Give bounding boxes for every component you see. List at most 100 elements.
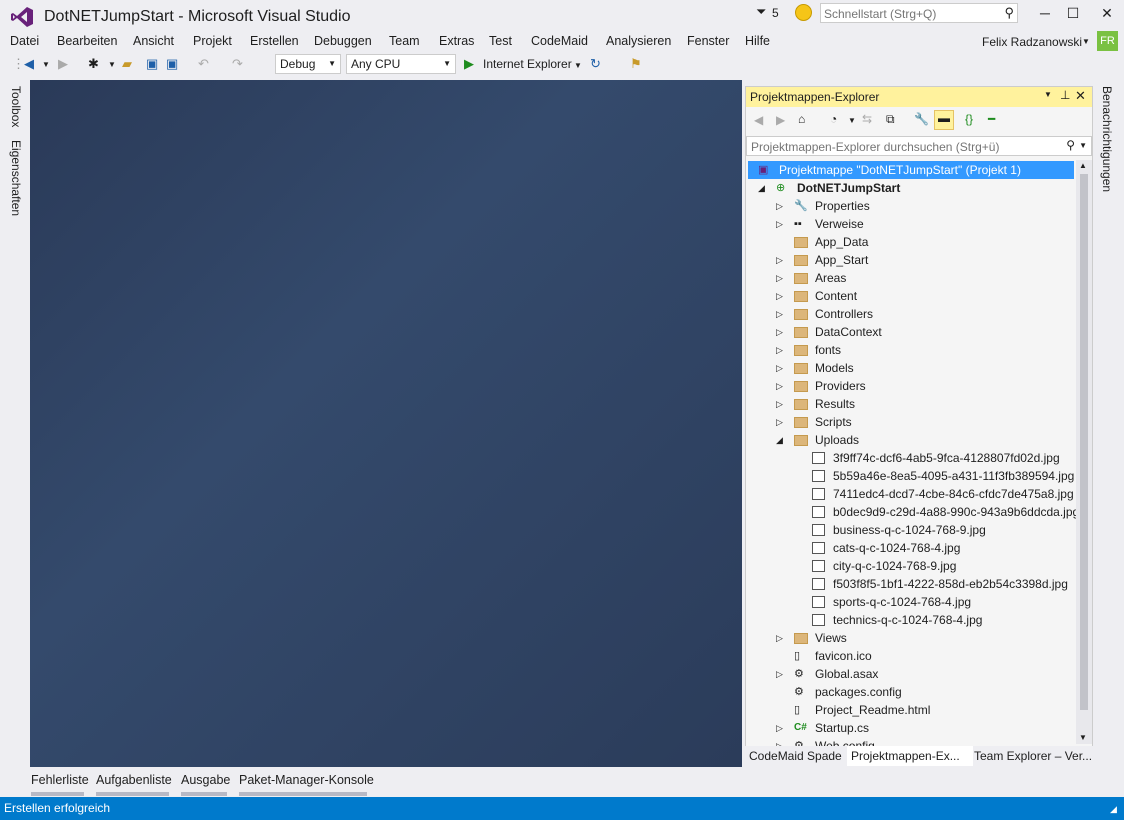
tab-output[interactable]: Ausgabe <box>181 773 230 787</box>
menu-datei[interactable]: Datei <box>10 34 39 48</box>
solution-explorer-search-input[interactable] <box>747 137 1063 157</box>
collapsed-arrow-icon[interactable]: ▷ <box>776 269 783 287</box>
tab-task-list[interactable]: Aufgabenliste <box>96 773 172 787</box>
tab-package-manager-console[interactable]: Paket-Manager-Konsole <box>239 773 374 787</box>
chevron-down-icon[interactable]: ▼ <box>1082 37 1090 46</box>
avatar[interactable]: FR <box>1097 31 1118 51</box>
forward-icon[interactable]: ▶ <box>776 113 785 127</box>
redo-icon[interactable]: ↷ <box>232 56 243 72</box>
chevron-down-icon[interactable]: ▼ <box>108 60 116 69</box>
tree-item[interactable]: b0dec9d9-c29d-4a88-990c-943a9b6ddcda.jpg <box>748 503 1079 521</box>
resize-grip-icon[interactable]: ◢ <box>1110 804 1117 815</box>
collapsed-arrow-icon[interactable]: ▷ <box>776 359 783 377</box>
tab-team-explorer[interactable]: Team Explorer – Ver... <box>970 746 1096 766</box>
tree-item[interactable]: ▷ C# Startup.cs <box>748 719 1074 737</box>
close-icon[interactable]: ✕ <box>1075 88 1086 104</box>
new-project-icon[interactable]: ✱ <box>88 56 99 72</box>
notification-flag-icon[interactable]: ⏷ <box>756 4 766 20</box>
collapsed-arrow-icon[interactable]: ▷ <box>776 197 783 215</box>
tree-item[interactable]: ⚙ packages.config <box>748 683 1074 701</box>
collapsed-arrow-icon[interactable]: ▷ <box>776 287 783 305</box>
tree-item-project[interactable]: ◢ ⊕ DotNETJumpStart <box>748 179 1074 197</box>
menu-fenster[interactable]: Fenster <box>687 34 729 48</box>
collapsed-arrow-icon[interactable]: ▷ <box>776 719 783 737</box>
menu-erstellen[interactable]: Erstellen <box>250 34 299 48</box>
menu-debuggen[interactable]: Debuggen <box>314 34 372 48</box>
tab-toolbox[interactable]: Toolbox <box>9 86 23 127</box>
history-icon[interactable]: ◔ <box>830 112 837 126</box>
chevron-down-icon[interactable]: ▼ <box>848 116 856 125</box>
minimize-button[interactable]: ─ <box>1030 4 1060 24</box>
user-name[interactable]: Felix Radzanowski <box>982 35 1082 49</box>
tree-item[interactable]: ▷ Scripts <box>748 413 1074 431</box>
tree-item[interactable]: city-q-c-1024-768-9.jpg <box>748 557 1074 575</box>
home-icon[interactable]: ⌂ <box>798 112 805 126</box>
menu-analysieren[interactable]: Analysieren <box>606 34 671 48</box>
tab-properties[interactable]: Eigenschaften <box>9 140 23 216</box>
tree-item[interactable]: ▷ ⚙ Global.asax <box>748 665 1074 683</box>
tree-item[interactable]: 5b59a46e-8ea5-4095-a431-11f3fb389594.jpg <box>748 467 1074 485</box>
quick-launch-input[interactable] <box>821 4 996 24</box>
tree-item[interactable]: ▯ Project_Readme.html <box>748 701 1074 719</box>
chevron-down-icon[interactable]: ▼ <box>1044 90 1052 99</box>
tree-item[interactable]: f503f8f5-1bf1-4222-858d-eb2b54c3398d.jpg <box>748 575 1074 593</box>
tree-item[interactable]: ▷ App_Start <box>748 251 1074 269</box>
properties-wrench-icon[interactable]: 🔧 <box>914 112 929 126</box>
expanded-arrow-icon[interactable]: ◢ <box>776 431 783 449</box>
tree-item[interactable]: ▷ DataContext <box>748 323 1074 341</box>
collapsed-arrow-icon[interactable]: ▷ <box>776 251 783 269</box>
tree-item[interactable]: ◢ Uploads <box>748 431 1074 449</box>
notification-count[interactable]: 5 <box>772 6 779 20</box>
codemaid-braces-icon[interactable]: {} <box>965 112 973 126</box>
collapsed-arrow-icon[interactable]: ▷ <box>776 305 783 323</box>
start-debugging-icon[interactable]: ▶ <box>464 56 474 72</box>
back-icon[interactable]: ◀ <box>24 56 34 72</box>
sync-icon[interactable]: ⇆ <box>862 112 872 126</box>
tree-item[interactable]: sports-q-c-1024-768-4.jpg <box>748 593 1074 611</box>
collapse-all-icon[interactable]: ⧉ <box>886 112 895 127</box>
close-button[interactable]: ✕ <box>1092 4 1122 24</box>
tab-notifications[interactable]: Benachrichtigungen <box>1100 86 1114 192</box>
collapsed-arrow-icon[interactable]: ▷ <box>776 215 783 233</box>
tab-solution-explorer[interactable]: Projektmappen-Ex... <box>847 746 973 766</box>
tree-item[interactable]: ▷ Results <box>748 395 1074 413</box>
chevron-down-icon[interactable]: ▼ <box>574 61 582 70</box>
forward-icon[interactable]: ▶ <box>58 56 68 72</box>
solution-platform-select[interactable]: Any CPU ▼ <box>346 54 456 74</box>
menu-team[interactable]: Team <box>389 34 420 48</box>
tree-item[interactable]: ▷ Providers <box>748 377 1074 395</box>
tree-item-solution[interactable]: ▣ Projektmappe "DotNETJumpStart" (Projek… <box>748 161 1074 179</box>
undo-icon[interactable]: ↶ <box>198 56 209 72</box>
collapsed-arrow-icon[interactable]: ▷ <box>776 665 783 683</box>
menu-test[interactable]: Test <box>489 34 512 48</box>
tab-error-list[interactable]: Fehlerliste <box>31 773 89 787</box>
run-target-label[interactable]: Internet Explorer <box>483 57 572 71</box>
tree-item[interactable]: ▯ favicon.ico <box>748 647 1074 665</box>
tree-item[interactable]: App_Data <box>748 233 1074 251</box>
search-icon[interactable]: ⚲ <box>1066 138 1075 152</box>
tree-item[interactable]: cats-q-c-1024-768-4.jpg <box>748 539 1074 557</box>
tree-item[interactable]: ▷ Content <box>748 287 1074 305</box>
menu-hilfe[interactable]: Hilfe <box>745 34 770 48</box>
menu-bearbeiten[interactable]: Bearbeiten <box>57 34 117 48</box>
quick-launch[interactable]: ⚲ <box>820 3 1018 24</box>
chevron-down-icon[interactable]: ▼ <box>42 60 50 69</box>
scrollbar-thumb[interactable] <box>1080 174 1088 710</box>
preview-toggle-icon[interactable]: ▬ <box>934 110 954 130</box>
menu-codemaid[interactable]: CodeMaid <box>531 34 588 48</box>
menu-extras[interactable]: Extras <box>439 34 474 48</box>
tree-item[interactable]: ▷ Areas <box>748 269 1074 287</box>
tree-item[interactable]: 3f9ff74c-dcf6-4ab5-9fca-4128807fd02d.jpg <box>748 449 1074 467</box>
tree-item[interactable]: ▷ 🔧 Properties <box>748 197 1074 215</box>
scroll-down-icon[interactable]: ▼ <box>1079 733 1087 742</box>
collapsed-arrow-icon[interactable]: ▷ <box>776 377 783 395</box>
tree-item[interactable]: ▷ Views <box>748 629 1074 647</box>
expanded-arrow-icon[interactable]: ◢ <box>758 179 765 197</box>
scroll-up-icon[interactable]: ▲ <box>1079 161 1087 170</box>
menu-projekt[interactable]: Projekt <box>193 34 232 48</box>
save-icon[interactable]: ▣ <box>146 56 158 72</box>
refresh-icon[interactable]: ↻ <box>590 56 601 72</box>
tree-item[interactable]: ▷ ▪▪ Verweise <box>748 215 1074 233</box>
save-all-icon[interactable]: ▣ <box>166 56 178 72</box>
collapsed-arrow-icon[interactable]: ▷ <box>776 341 783 359</box>
